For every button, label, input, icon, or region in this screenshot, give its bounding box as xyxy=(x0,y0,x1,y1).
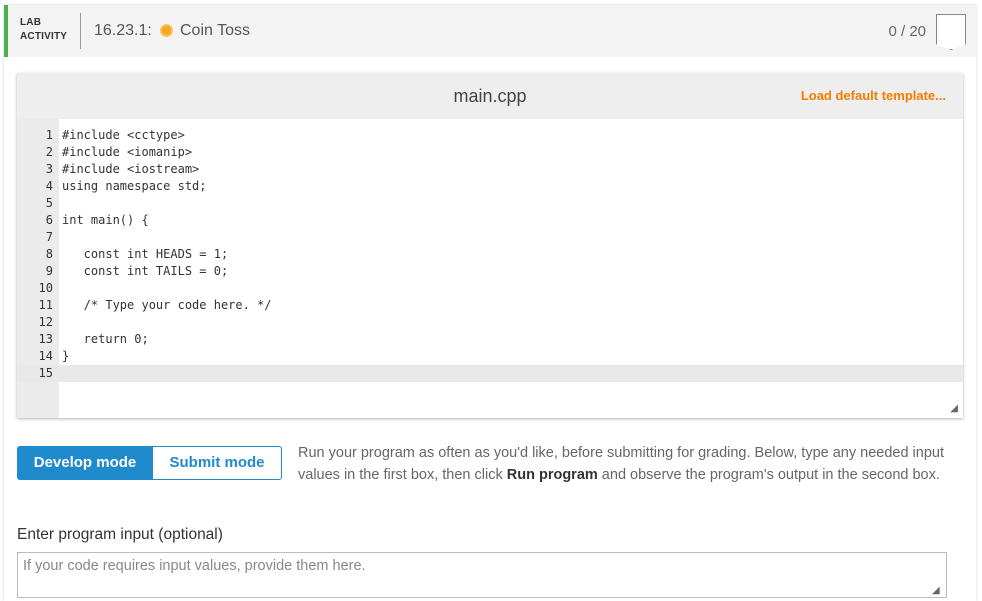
line-number: 7 xyxy=(45,230,53,244)
line-number: 15 xyxy=(38,366,53,380)
code-line: 15 xyxy=(17,365,963,382)
code-line: 8 const int HEADS = 1; xyxy=(17,246,963,263)
line-number: 4 xyxy=(45,179,53,193)
code-line: 13 return 0; xyxy=(17,331,963,348)
lab-header: LAB ACTIVITY 16.23.1: Coin Toss 0 / 20 xyxy=(4,5,976,57)
code-line-text: #include <iomanip> xyxy=(62,145,193,159)
lab-tag-line1: LAB xyxy=(20,17,42,28)
code-line: 10 xyxy=(17,280,963,297)
program-input-field[interactable] xyxy=(17,552,947,598)
lab-tag-line2: ACTIVITY xyxy=(20,31,68,42)
line-number: 8 xyxy=(45,247,53,261)
code-editor: main.cpp Load default template... 1 #incl… xyxy=(17,73,963,418)
line-number: 3 xyxy=(45,162,53,176)
code-line: 2 #include <iomanip> xyxy=(17,144,963,161)
lab-title: Coin Toss xyxy=(180,22,250,39)
code-line-text: int main() { xyxy=(62,213,149,227)
code-line-text: const int HEADS = 1; xyxy=(62,247,229,261)
code-line: 6 int main() { xyxy=(17,212,963,229)
line-number: 9 xyxy=(45,264,53,278)
program-input-label: Enter program input (optional) xyxy=(17,526,223,543)
run-instructions: Run your program as often as you'd like,… xyxy=(298,442,964,486)
line-number: 11 xyxy=(38,298,53,312)
code-line-text: } xyxy=(62,349,70,363)
run-program-text: Run program xyxy=(506,467,598,483)
line-number: 6 xyxy=(45,213,53,227)
code-line: 14} xyxy=(17,348,963,365)
line-number: 13 xyxy=(38,332,53,346)
code-line: 12 xyxy=(17,314,963,331)
code-line: 7 xyxy=(17,229,963,246)
code-line: 5 xyxy=(17,195,963,212)
line-number: 12 xyxy=(38,315,53,329)
code-line: 9 const int TAILS = 0; xyxy=(17,263,963,280)
code-line-text: #include <iostream> xyxy=(62,162,200,176)
lab-activity-tag: LAB ACTIVITY xyxy=(20,16,67,44)
editor-header: main.cpp Load default template... xyxy=(17,73,963,119)
line-number: 1 xyxy=(45,128,53,142)
line-number: 5 xyxy=(45,196,53,210)
header-divider xyxy=(80,13,81,49)
code-line-text: /* Type your code here. */ xyxy=(62,298,272,312)
instructions-text-2: and observe the program's output in the … xyxy=(597,467,940,483)
load-default-template-link[interactable]: Load default template... xyxy=(801,88,946,103)
line-number: 14 xyxy=(38,349,53,363)
input-resize-handle[interactable]: ◢ xyxy=(932,585,940,596)
mode-toggle: Develop mode Submit mode xyxy=(17,446,282,480)
editor-resize-handle[interactable]: ◢ xyxy=(950,403,958,414)
line-number: 2 xyxy=(45,145,53,159)
develop-mode-button[interactable]: Develop mode xyxy=(17,446,153,480)
code-line: 1 #include <cctype> xyxy=(17,127,963,144)
code-line: 4 using namespace std; xyxy=(17,178,963,195)
code-line: 11 /* Type your code here. */ xyxy=(17,297,963,314)
code-text-area[interactable]: 1 #include <cctype> 2 #include <iomanip> 3 #i… xyxy=(17,119,963,418)
lab-number: 16.23.1: xyxy=(94,22,152,39)
code-line-text: return 0; xyxy=(62,332,149,346)
code-line-text: using namespace std; xyxy=(62,179,207,193)
code-line-text: const int TAILS = 0; xyxy=(62,264,229,278)
code-line: 3 #include <iostream> xyxy=(17,161,963,178)
code-line-text: #include <cctype> xyxy=(62,128,185,142)
line-number: 10 xyxy=(38,281,53,295)
submit-mode-button[interactable]: Submit mode xyxy=(152,446,282,480)
lab-activity-card: LAB ACTIVITY 16.23.1: Coin Toss 0 / 20 m… xyxy=(4,5,976,601)
coin-icon xyxy=(160,24,173,37)
score-badge-icon xyxy=(936,14,966,50)
score-text: 0 / 20 xyxy=(888,23,926,40)
